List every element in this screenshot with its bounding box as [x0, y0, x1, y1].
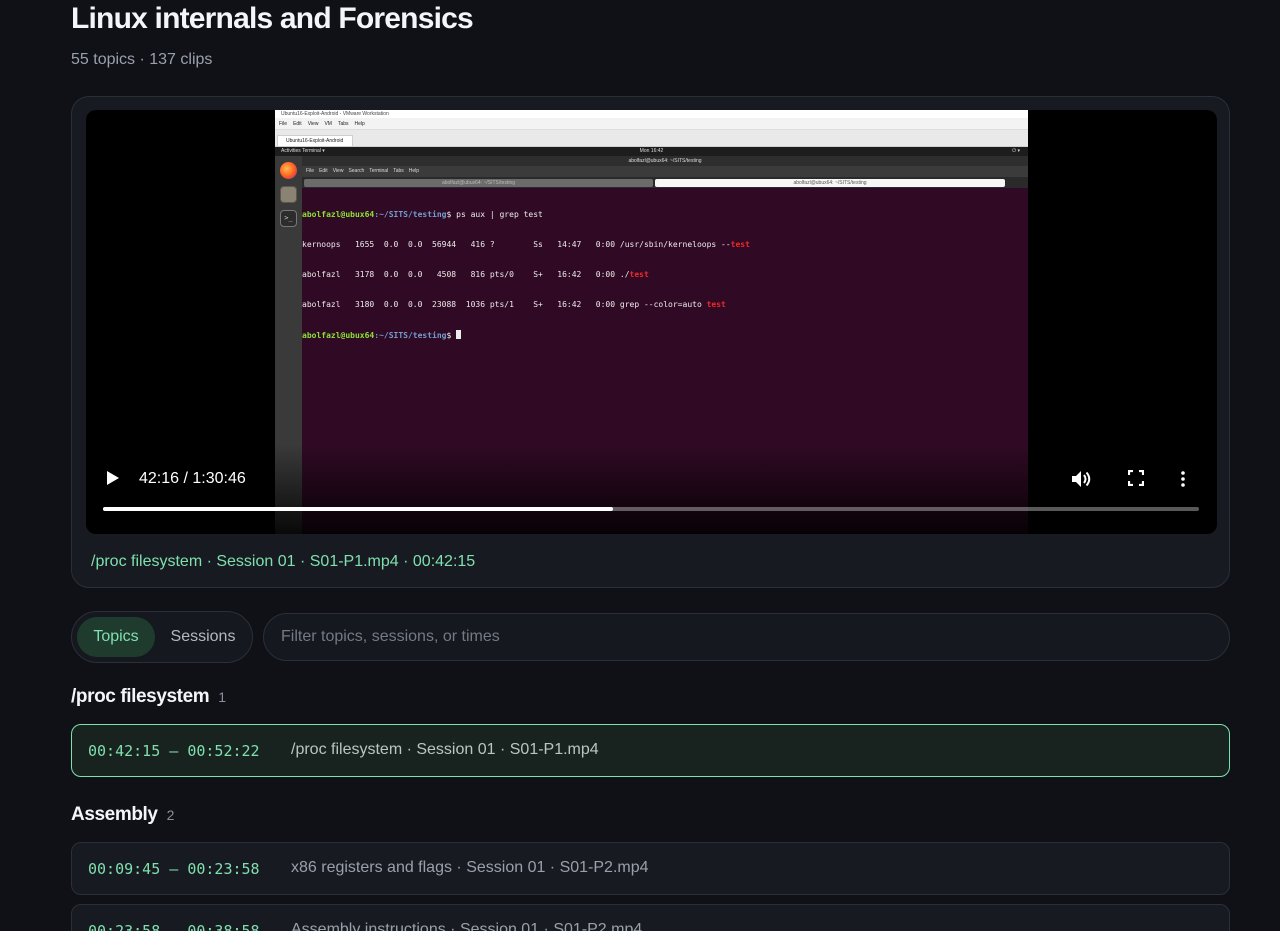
terminal-titlebar: abolfazl@ubux64: ~/SITS/testing [302, 156, 1028, 166]
now-playing-label: /proc filesystem · Session 01 · S01-P1.m… [91, 553, 476, 570]
filter-input[interactable] [263, 613, 1230, 661]
vm-titlebar: Ubuntu16-Exploit-Android - VMware Workst… [275, 110, 1028, 118]
tab-topics[interactable]: Topics [77, 617, 155, 657]
vm-tab: Ubuntu16-Exploit-Android [277, 135, 353, 146]
terminal-output-line: kernoops 1655 0.0 0.0 56944 416 ? Ss 14:… [302, 240, 750, 249]
terminal-icon: >_ [280, 210, 297, 227]
more-vertical-icon [1181, 471, 1185, 487]
view-tabs: Topics Sessions [71, 611, 253, 663]
terminal-command-line: abolfazl@ubux64:~/SITS/testing$ ps aux |… [302, 210, 543, 219]
terminal-output-line: abolfazl 3178 0.0 0.0 4508 816 pts/0 S+ … [302, 270, 649, 279]
firefox-icon [280, 162, 297, 179]
clip-time-range: 00:42:15 – 00:52:22 [88, 742, 260, 760]
seek-bar[interactable] [103, 507, 1199, 511]
clip-row[interactable]: 00:09:45 – 00:23:58 x86 registers and fl… [71, 842, 1230, 895]
seek-bar-progress [103, 507, 613, 511]
duration: 1:30:46 [192, 470, 246, 487]
terminal-menubar: File Edit View Search Terminal Tabs Help [302, 166, 1028, 177]
clip-row[interactable]: 00:42:15 – 00:52:22 /proc filesystem · S… [71, 724, 1230, 777]
terminal-output-line: abolfazl 3180 0.0 0.0 23088 1036 pts/1 S… [302, 300, 726, 309]
group-heading: Assembly 2 [71, 804, 174, 826]
play-button[interactable] [102, 467, 124, 489]
video-player[interactable]: Ubuntu16-Exploit-Android - VMware Workst… [86, 110, 1217, 534]
clip-time-range: 00:23:58 – 00:38:58 [88, 922, 260, 931]
terminal-tabs: abolfazl@ubux64: ~/SITS/testing abolfazl… [302, 177, 1028, 188]
terminal-prompt-line: abolfazl@ubux64:~/SITS/testing$ [302, 330, 1028, 340]
volume-icon [1072, 471, 1091, 487]
more-options-button[interactable] [1178, 467, 1188, 491]
group-title: Assembly [71, 804, 158, 825]
ubuntu-topbar: Activities Terminal ▾ Mon 16:42 ⏻ ▾ [275, 147, 1028, 156]
group-count: 1 [218, 689, 227, 705]
page-subtitle: 55 topics · 137 clips [71, 51, 213, 68]
terminal-tab: abolfazl@ubux64: ~/SITS/testing [655, 179, 1005, 187]
vm-menubar: File Edit View VM Tabs Help [275, 118, 1028, 130]
volume-button[interactable] [1069, 467, 1095, 491]
vm-tabstrip: Ubuntu16-Exploit-Android [275, 130, 1028, 147]
tab-sessions[interactable]: Sessions [159, 617, 247, 657]
current-time: 42:16 [139, 470, 180, 487]
fullscreen-button[interactable] [1125, 467, 1147, 489]
fullscreen-icon [1128, 470, 1144, 486]
page-title: Linux internals and Forensics [71, 2, 474, 35]
clip-label: /proc filesystem · Session 01 · S01-P1.m… [291, 741, 599, 758]
group-heading: /proc filesystem 1 [71, 686, 226, 708]
group-title: /proc filesystem [71, 686, 210, 707]
controls-shade [86, 444, 1217, 534]
clip-label: Assembly instructions · Session 01 · S01… [291, 921, 643, 931]
player-card: Ubuntu16-Exploit-Android - VMware Workst… [71, 96, 1230, 588]
files-icon [280, 186, 297, 203]
clip-time-range: 00:09:45 – 00:23:58 [88, 860, 260, 878]
time-display: 42:16 / 1:30:46 [139, 470, 246, 487]
clip-label: x86 registers and flags · Session 01 · S… [291, 859, 649, 876]
play-icon [107, 471, 119, 485]
terminal-tab: abolfazl@ubux64: ~/SITS/testing [304, 179, 653, 187]
group-count: 2 [166, 807, 175, 823]
clip-row[interactable]: 00:23:58 – 00:38:58 Assembly instruction… [71, 904, 1230, 931]
